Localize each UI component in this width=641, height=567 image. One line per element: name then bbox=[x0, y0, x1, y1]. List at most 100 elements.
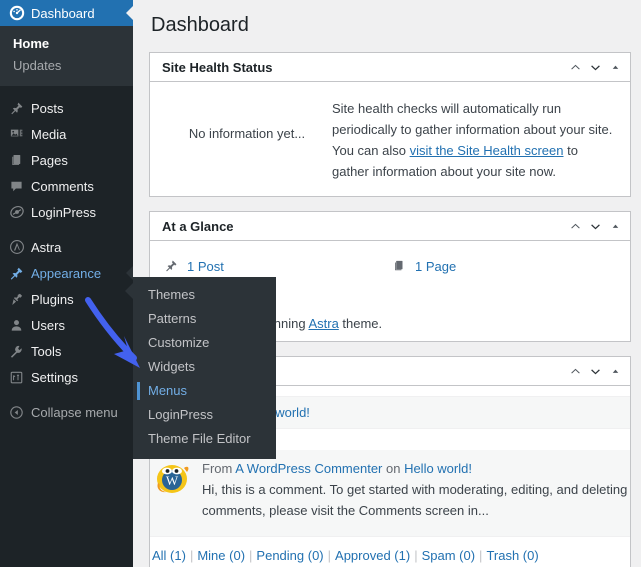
sidebar-item-tools[interactable]: Tools bbox=[0, 338, 133, 364]
page-title: Dashboard bbox=[151, 14, 249, 36]
sidebar-item-label: Comments bbox=[31, 178, 94, 194]
move-down-icon[interactable] bbox=[587, 58, 604, 78]
health-description: Site health checks will automatically ru… bbox=[332, 98, 618, 182]
plugin-icon bbox=[9, 290, 31, 308]
panel-site-health-status: Site Health Status No information yet... bbox=[149, 52, 631, 198]
comment-post-link[interactable]: Hello world! bbox=[404, 461, 472, 476]
toggle-panel-icon[interactable] bbox=[607, 217, 624, 237]
comment-filter-links: All (1) | Mine (0) | Pending (0) | Approved (1… bbox=[150, 535, 630, 567]
theme-link[interactable]: Astra bbox=[308, 316, 338, 331]
site-health-screen-link[interactable]: visit the Site Health screen bbox=[410, 143, 564, 158]
submenu-item-patterns[interactable]: Patterns bbox=[133, 307, 276, 331]
menu-separator bbox=[0, 225, 133, 234]
glance-item-label[interactable]: 1 Post bbox=[187, 259, 224, 274]
avatar: W bbox=[152, 459, 192, 499]
sidebar-item-label: Collapse menu bbox=[31, 404, 118, 420]
move-up-icon[interactable] bbox=[567, 217, 584, 237]
filter-separator: | bbox=[479, 547, 483, 563]
sidebar-item-label: Tools bbox=[31, 343, 62, 359]
dashboard-submenu: Home Updates bbox=[0, 26, 133, 86]
toggle-panel-icon[interactable] bbox=[607, 58, 624, 78]
appearance-submenu-flyout: Themes Patterns Customize Widgets Menus … bbox=[125, 277, 276, 459]
sidebar-item-collapse-menu[interactable]: Collapse menu bbox=[0, 399, 133, 425]
version-suffix: theme. bbox=[338, 316, 383, 332]
submenu-item-widgets[interactable]: Widgets bbox=[133, 355, 276, 379]
comment-meta: From A WordPress Commenter on Hello worl… bbox=[202, 459, 630, 480]
settings-icon bbox=[9, 368, 31, 386]
panel-title: Site Health Status bbox=[162, 59, 273, 75]
sidebar-item-loginpress[interactable]: LoginPress bbox=[0, 199, 133, 225]
comment-on-word: on bbox=[382, 461, 405, 477]
sidebar-item-media[interactable]: Media bbox=[0, 121, 133, 147]
sidebar-item-label: Appearance bbox=[31, 265, 102, 281]
panel-controls bbox=[567, 212, 624, 241]
filter-approved[interactable]: Approved (1) bbox=[335, 548, 410, 563]
menu-separator bbox=[0, 390, 133, 399]
comment-icon bbox=[9, 177, 31, 195]
submenu-item-home[interactable]: Home bbox=[0, 33, 133, 55]
comment-from-prefix: From bbox=[202, 461, 236, 477]
submenu-item-updates[interactable]: Updates bbox=[0, 55, 133, 77]
sidebar-item-plugins[interactable]: Plugins bbox=[0, 286, 133, 312]
sidebar-item-label: Plugins bbox=[31, 291, 74, 307]
sidebar-item-pages[interactable]: Pages bbox=[0, 147, 133, 173]
svg-text:W: W bbox=[166, 473, 179, 488]
media-icon bbox=[9, 125, 31, 143]
sidebar-item-astra[interactable]: Astra bbox=[0, 234, 133, 260]
filter-spam[interactable]: Spam (0) bbox=[422, 548, 475, 563]
submenu-item-loginpress[interactable]: LoginPress bbox=[133, 403, 276, 427]
sidebar-item-comments[interactable]: Comments bbox=[0, 173, 133, 199]
panel-controls bbox=[567, 357, 624, 386]
panel-controls bbox=[567, 53, 624, 82]
move-up-icon[interactable] bbox=[567, 58, 584, 78]
recent-comment: W From A WordPress Commenter on Hello wo… bbox=[150, 450, 630, 536]
sidebar-item-label: Media bbox=[31, 126, 67, 142]
pin-icon bbox=[9, 99, 31, 117]
submenu-item-customize[interactable]: Customize bbox=[133, 331, 276, 355]
sidebar-item-label: Settings bbox=[31, 369, 78, 385]
panel-header: At a Glance bbox=[150, 212, 630, 242]
pages-icon bbox=[390, 257, 408, 275]
sidebar-item-label: Dashboard bbox=[31, 5, 95, 21]
filter-separator: | bbox=[414, 547, 418, 563]
filter-pending[interactable]: Pending (0) bbox=[256, 548, 323, 563]
comment-content: From A WordPress Commenter on Hello worl… bbox=[202, 459, 630, 521]
filter-mine[interactable]: Mine (0) bbox=[197, 548, 245, 563]
submenu-item-theme-file-editor[interactable]: Theme File Editor bbox=[133, 427, 276, 451]
sidebar-item-label: LoginPress bbox=[31, 204, 97, 220]
sidebar-item-settings[interactable]: Settings bbox=[0, 364, 133, 390]
health-no-info: No information yet... bbox=[188, 126, 306, 141]
glance-item-posts[interactable]: 1 Post bbox=[162, 253, 390, 279]
filter-separator: | bbox=[327, 547, 332, 563]
filter-separator: | bbox=[189, 547, 194, 563]
filter-separator: | bbox=[249, 547, 253, 563]
users-icon bbox=[9, 316, 31, 334]
sidebar-item-appearance[interactable]: Appearance bbox=[0, 260, 133, 286]
toggle-panel-icon[interactable] bbox=[607, 362, 624, 382]
sidebar-item-posts[interactable]: Posts bbox=[0, 95, 133, 121]
sidebar-item-label: Pages bbox=[31, 152, 68, 168]
panel-header: Site Health Status bbox=[150, 53, 630, 82]
filter-all[interactable]: All (1) bbox=[152, 548, 186, 563]
filter-trash[interactable]: Trash (0) bbox=[486, 548, 538, 563]
glance-item-label[interactable]: 1 Page bbox=[415, 259, 456, 274]
sidebar-item-label: Astra bbox=[31, 239, 62, 255]
sidebar-item-users[interactable]: Users bbox=[0, 312, 133, 338]
panel-body: No information yet... Site health checks… bbox=[150, 82, 630, 196]
brush-icon bbox=[9, 264, 31, 282]
pages-icon bbox=[9, 151, 31, 169]
submenu-item-menus[interactable]: Menus bbox=[133, 379, 276, 403]
move-up-icon[interactable] bbox=[567, 362, 584, 382]
glance-item-pages[interactable]: 1 Page bbox=[390, 253, 618, 279]
astra-icon bbox=[9, 238, 31, 256]
submenu-item-themes[interactable]: Themes bbox=[133, 283, 276, 307]
comment-excerpt: Hi, this is a comment. To get started wi… bbox=[202, 481, 628, 518]
sidebar-item-dashboard[interactable]: Dashboard bbox=[0, 0, 133, 26]
comment-author-link[interactable]: A WordPress Commenter bbox=[235, 461, 382, 476]
sidebar-item-label: Users bbox=[31, 317, 65, 333]
loginpress-icon bbox=[9, 203, 31, 221]
move-down-icon[interactable] bbox=[587, 362, 604, 382]
panel-title: At a Glance bbox=[162, 218, 234, 234]
tools-icon bbox=[9, 342, 31, 360]
move-down-icon[interactable] bbox=[587, 217, 604, 237]
